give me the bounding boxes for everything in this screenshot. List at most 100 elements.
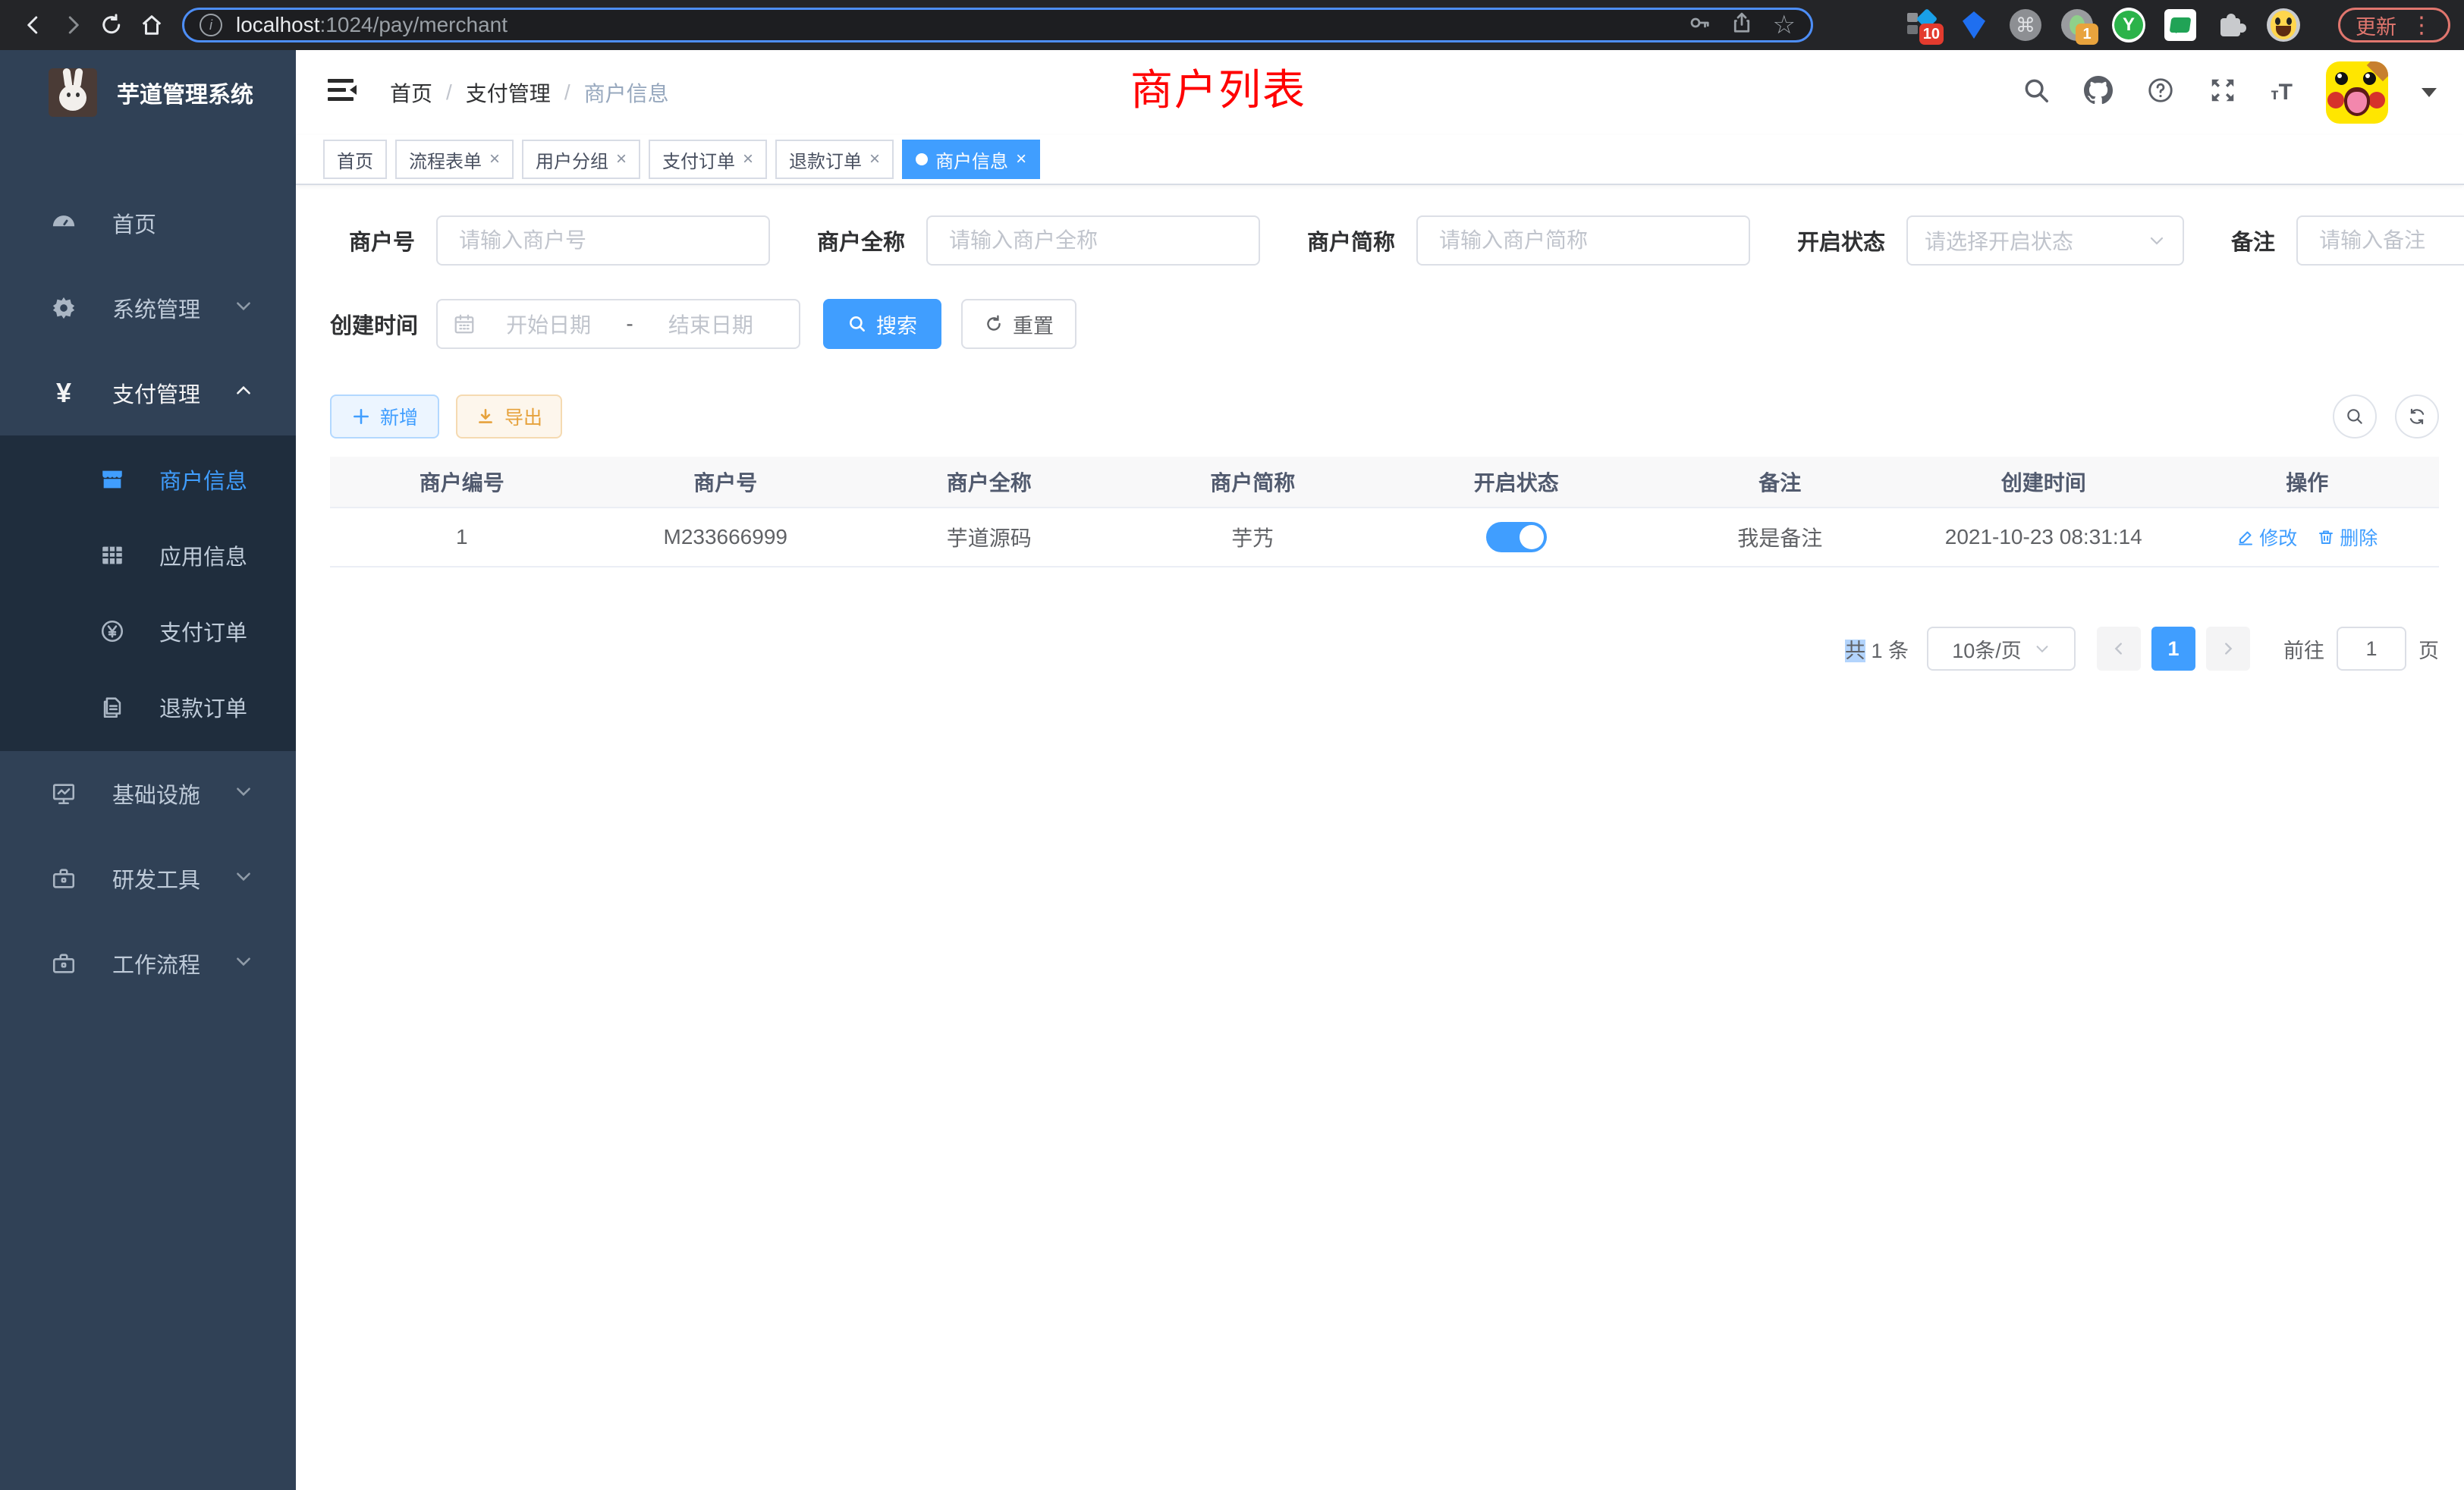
main-content: 商户号 商户全称 商户简称 开启状态 请选择开启状态	[296, 185, 2464, 1490]
full-name-input[interactable]	[926, 215, 1260, 266]
reset-button[interactable]: 重置	[961, 299, 1076, 349]
avatar-dropdown-caret-icon[interactable]	[2422, 88, 2437, 105]
remark-input[interactable]	[2296, 215, 2464, 266]
sidebar-item-app-info[interactable]: 应用信息	[0, 517, 296, 593]
tab-user-group[interactable]: 用户分组×	[522, 140, 640, 179]
extension-command-icon[interactable]: ⌘	[2009, 8, 2042, 42]
sidebar-item-merchant-info[interactable]: 商户信息	[0, 442, 296, 517]
goto-page-input[interactable]	[2337, 627, 2406, 671]
status-toggle[interactable]	[1486, 522, 1547, 552]
merchant-no-input[interactable]	[436, 215, 770, 266]
sidebar-item-home[interactable]: 首页	[0, 181, 296, 266]
remark-label: 备注	[2231, 225, 2275, 256]
extension-gem-icon[interactable]	[1957, 8, 1991, 42]
extension-y-icon[interactable]: Y	[2112, 8, 2145, 42]
chevron-down-icon	[234, 781, 253, 806]
browser-home-icon[interactable]	[132, 8, 171, 42]
sidebar-item-refund-orders[interactable]: 退款订单	[0, 669, 296, 745]
delete-link[interactable]: 删除	[2317, 523, 2378, 551]
next-page-button[interactable]	[2206, 627, 2250, 671]
browser-forward-icon[interactable]	[53, 8, 93, 42]
add-button[interactable]: 新增	[330, 395, 439, 439]
browser-profile-avatar[interactable]	[2267, 8, 2300, 42]
prev-page-button[interactable]	[2097, 627, 2141, 671]
github-icon[interactable]	[2084, 76, 2113, 110]
sidebar-logo[interactable]: 芋道管理系统	[0, 50, 296, 135]
site-info-icon[interactable]: i	[200, 14, 222, 36]
browser-menu-icon[interactable]: ⋮	[2410, 12, 2433, 39]
sidebar-item-pay-orders[interactable]: 支付订单	[0, 593, 296, 669]
browser-toolbar: i localhost:1024/pay/merchant ☆ 10 ⌘	[0, 0, 2464, 50]
page-size-select[interactable]: 10条/页	[1927, 627, 2076, 671]
extensions-puzzle-icon[interactable]	[2215, 8, 2249, 42]
refresh-table-button[interactable]	[2395, 395, 2439, 439]
sidebar-item-workflow[interactable]: 工作流程	[0, 921, 296, 1006]
column-header: 商户简称	[1121, 467, 1385, 497]
tab-process-form[interactable]: 流程表单×	[395, 140, 514, 179]
page-root: i localhost:1024/pay/merchant ☆ 10 ⌘	[0, 0, 2464, 1490]
extension-status-dot-icon[interactable]: 1	[2060, 8, 2094, 42]
status-select[interactable]: 请选择开启状态	[1906, 215, 2184, 266]
tab-pay-orders[interactable]: 支付订单×	[649, 140, 767, 179]
date-separator: -	[621, 312, 637, 336]
extension-grid-diamond-icon[interactable]: 10	[1906, 8, 1939, 42]
export-button[interactable]: 导出	[456, 395, 562, 439]
search-button[interactable]: 搜索	[823, 299, 941, 349]
address-bar[interactable]: i localhost:1024/pay/merchant ☆	[182, 8, 1813, 42]
gear-icon	[47, 295, 80, 321]
column-header: 商户编号	[330, 467, 594, 497]
cell-full-name: 芋道源码	[857, 522, 1121, 552]
browser-update-button[interactable]: 更新 ⋮	[2338, 8, 2450, 42]
close-icon[interactable]: ×	[616, 150, 627, 168]
cell-remark: 我是备注	[1648, 522, 1912, 552]
breadcrumb-payment[interactable]: 支付管理	[466, 77, 551, 108]
sidebar-item-payment[interactable]: ¥ 支付管理	[0, 350, 296, 435]
short-name-label: 商户简称	[1307, 225, 1395, 256]
sidebar-item-infra[interactable]: 基础设施	[0, 751, 296, 836]
app-title: 芋道管理系统	[117, 76, 253, 109]
close-icon[interactable]: ×	[869, 150, 880, 168]
close-icon[interactable]: ×	[489, 150, 500, 168]
chevron-down-icon	[2034, 640, 2051, 657]
create-time-label: 创建时间	[330, 308, 415, 340]
cell-merchant-id: 1	[330, 525, 594, 549]
help-icon[interactable]	[2146, 76, 2175, 110]
grid-icon	[96, 542, 129, 568]
browser-back-icon[interactable]	[14, 8, 53, 42]
sidebar-item-system[interactable]: 系统管理	[0, 266, 296, 350]
tags-view: 首页 流程表单× 用户分组× 支付订单× 退款订单× 商户信息×	[296, 135, 2464, 185]
chevron-down-icon	[234, 296, 253, 321]
merchant-table: 商户编号 商户号 商户全称 商户简称 开启状态 备注 创建时间 操作 1 M23…	[330, 457, 2439, 567]
create-time-range-picker[interactable]: 开始日期 - 结束日期	[436, 299, 800, 349]
fullscreen-icon[interactable]	[2208, 76, 2237, 110]
logo-rabbit-icon	[49, 68, 97, 117]
cell-short-name: 芋艿	[1121, 522, 1385, 552]
close-icon[interactable]: ×	[1016, 150, 1026, 168]
extension-chat-icon[interactable]	[2164, 8, 2197, 42]
pagination-total: 共 1 条	[1845, 634, 1909, 664]
page-suffix: 页	[2418, 634, 2439, 664]
tab-refund-orders[interactable]: 退款订单×	[775, 140, 894, 179]
page-number-button[interactable]: 1	[2151, 627, 2195, 671]
bookmark-star-icon[interactable]: ☆	[1773, 12, 1796, 38]
toggle-search-button[interactable]	[2333, 395, 2377, 439]
breadcrumb-home[interactable]: 首页	[390, 77, 432, 108]
sidebar-item-dev-tools[interactable]: 研发工具	[0, 836, 296, 921]
password-key-icon[interactable]	[1688, 11, 1711, 39]
breadcrumb-separator: /	[564, 80, 570, 105]
header-search-icon[interactable]	[2022, 76, 2051, 110]
user-avatar[interactable]	[2326, 61, 2388, 124]
refresh-icon	[2407, 407, 2427, 426]
font-size-icon[interactable]: тT	[2271, 80, 2293, 105]
tab-home[interactable]: 首页	[323, 140, 387, 179]
document-icon	[96, 694, 129, 720]
close-icon[interactable]: ×	[743, 150, 753, 168]
tab-merchant-info[interactable]: 商户信息×	[902, 140, 1040, 179]
share-icon[interactable]	[1730, 11, 1753, 39]
short-name-input[interactable]	[1416, 215, 1750, 266]
sidebar-collapse-icon[interactable]	[328, 77, 358, 108]
browser-reload-icon[interactable]	[93, 8, 132, 42]
edit-link[interactable]: 修改	[2236, 523, 2297, 551]
shop-icon	[96, 467, 129, 492]
column-header: 开启状态	[1384, 467, 1648, 497]
